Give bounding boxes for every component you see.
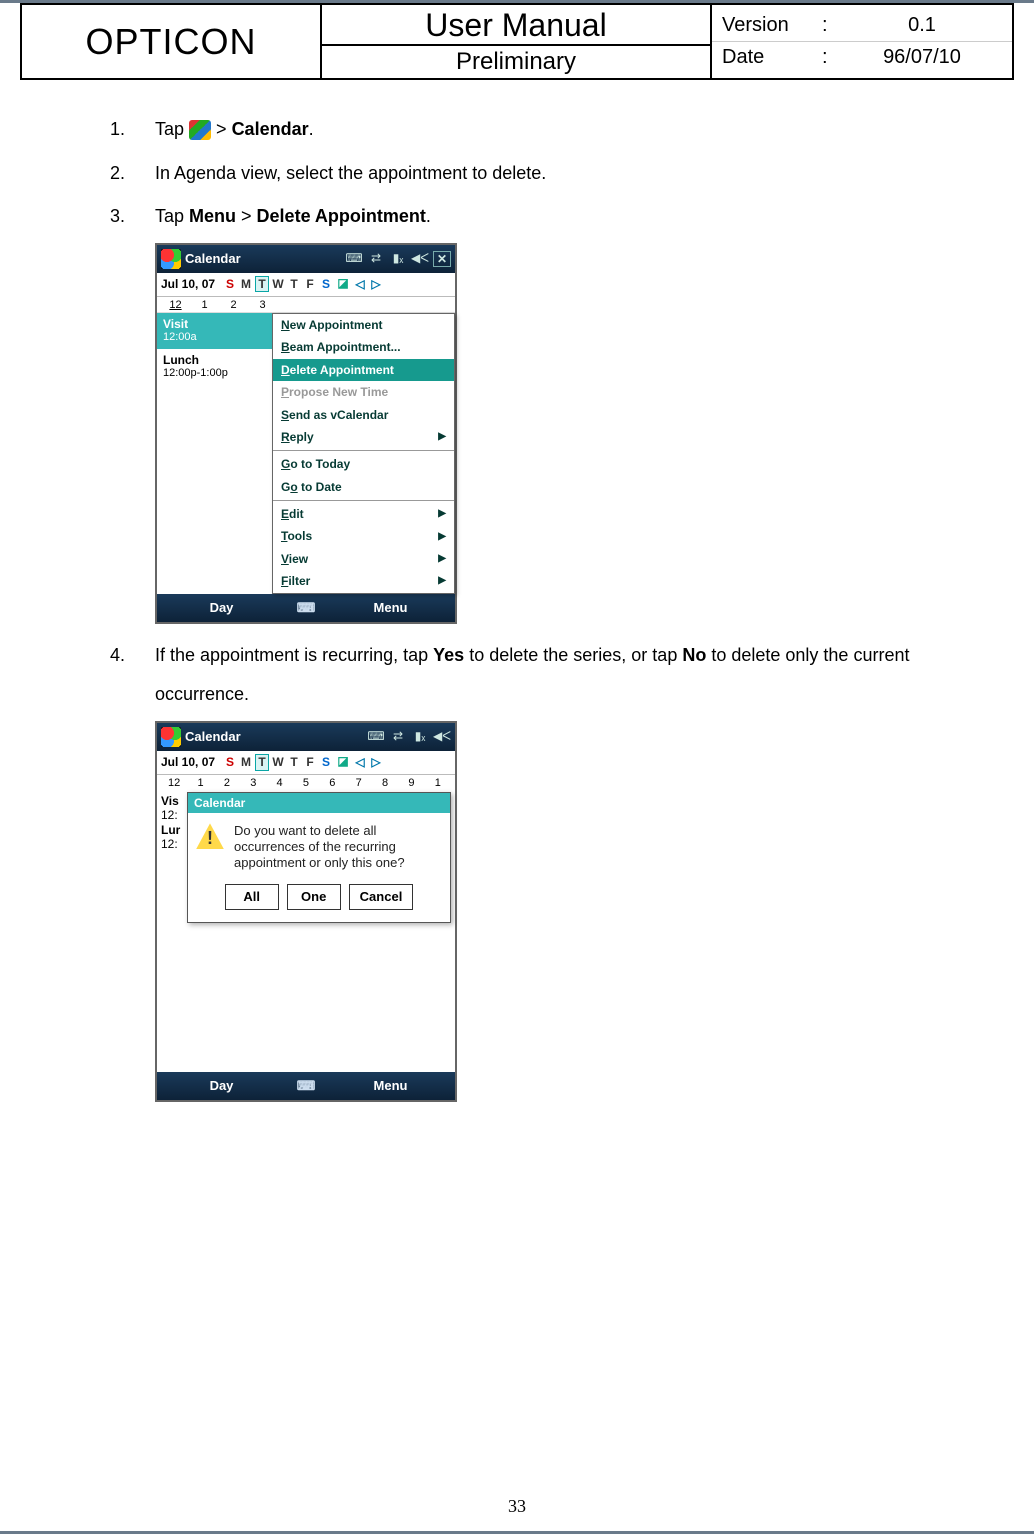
softkey-menu[interactable]: Menu <box>326 600 455 616</box>
manual-title-block: User Manual Preliminary <box>322 5 712 78</box>
appointment-visit[interactable]: Visit 12:00a <box>157 313 272 349</box>
menu-delete-appointment[interactable]: Delete Appointment <box>273 359 454 381</box>
main-area: Visit 12:00a Lunch 12:00p-1:00p New Appo… <box>157 313 455 594</box>
document-header: OPTICON User Manual Preliminary Version … <box>20 3 1014 80</box>
instructions: 1. Tap > Calendar. 2. In Agenda view, se… <box>0 80 1034 1102</box>
page-number: 33 <box>0 1496 1034 1517</box>
menu-view[interactable]: View▶ <box>273 548 454 570</box>
menu-tools[interactable]: Tools▶ <box>273 525 454 547</box>
dow-sun[interactable]: S <box>223 277 237 291</box>
softkey-day[interactable]: Day <box>157 600 286 616</box>
softkey-bar: Day ⌨ Menu <box>157 1072 455 1100</box>
manual-title: User Manual <box>322 5 710 46</box>
dow-sat[interactable]: S <box>319 277 333 291</box>
dialog-buttons: All One Cancel <box>188 880 450 922</box>
menu-reply[interactable]: Reply▶ <box>273 426 454 448</box>
notif-icon[interactable]: ◪ <box>335 754 351 770</box>
window-title: Calendar <box>185 729 363 745</box>
context-menu: New Appointment Beam Appointment... Dele… <box>272 313 455 594</box>
meta-version-row: Version : 0.1 <box>712 10 1012 42</box>
sip-icon[interactable]: ⌨ <box>367 729 385 745</box>
step-4: 4. If the appointment is recurring, tap … <box>90 636 944 715</box>
start-icon[interactable] <box>161 249 181 269</box>
menu-new-appointment[interactable]: New Appointment <box>273 314 454 336</box>
menu-propose-new-time: Propose New Time <box>273 381 454 403</box>
dow-fri[interactable]: F <box>303 277 317 291</box>
menu-goto-today[interactable]: Go to Today <box>273 453 454 475</box>
manual-meta: Version : 0.1 Date : 96/07/10 <box>712 5 1012 78</box>
menu-beam-appointment[interactable]: Beam Appointment... <box>273 336 454 358</box>
body: Vis 12: Lur 12: Calendar ! Do you want t… <box>157 792 455 1072</box>
dialog-button-cancel[interactable]: Cancel <box>349 884 414 910</box>
prev-arrow-icon[interactable]: ◁ <box>353 277 367 291</box>
date-bar: Jul 10, 07 S M T W T F S ◪ ◁ ▷ <box>157 751 455 775</box>
submenu-arrow-icon: ▶ <box>438 508 446 520</box>
dialog-button-one[interactable]: One <box>287 884 341 910</box>
step-2: 2. In Agenda view, select the appointmen… <box>90 154 944 194</box>
volume-icon[interactable]: ◀ᐸ <box>433 729 451 745</box>
menu-edit[interactable]: Edit▶ <box>273 503 454 525</box>
signal-icon[interactable]: ▮ₓ <box>411 729 429 745</box>
dow-thu[interactable]: T <box>287 277 301 291</box>
manual-subtitle: Preliminary <box>322 46 710 78</box>
volume-icon[interactable]: ◀ᐸ <box>411 251 429 267</box>
meta-date-label: Date <box>722 46 822 69</box>
notif-icon[interactable]: ◪ <box>335 276 351 292</box>
submenu-arrow-icon: ▶ <box>438 553 446 565</box>
prev-arrow-icon[interactable]: ◁ <box>353 755 367 769</box>
confirm-dialog: Calendar ! Do you want to delete all occ… <box>187 792 451 923</box>
screenshot-delete-dialog: Calendar ⌨ ⇄ ▮ₓ ◀ᐸ Jul 10, 07 S M T W T … <box>155 721 457 1102</box>
days-row: 12 1 2 3 4 5 6 7 8 9 1 <box>157 775 455 792</box>
dow-tue[interactable]: T <box>255 276 269 292</box>
screenshot-calendar-menu: Calendar ⌨ ⇄ ▮ₓ ◀ᐸ ✕ Jul 10, 07 S M T W … <box>155 243 457 624</box>
submenu-arrow-icon: ▶ <box>438 431 446 443</box>
signal-icon[interactable]: ▮ₓ <box>389 251 407 267</box>
company-name: OPTICON <box>22 5 322 78</box>
step-3: 3. Tap Menu > Delete Appointment. <box>90 197 944 237</box>
dow-wed[interactable]: W <box>271 277 285 291</box>
date-bar: Jul 10, 07 S M T W T F S ◪ ◁ ▷ <box>157 273 455 297</box>
submenu-arrow-icon: ▶ <box>438 575 446 587</box>
current-date[interactable]: Jul 10, 07 <box>161 277 215 291</box>
dow-mon[interactable]: M <box>239 277 253 291</box>
meta-date-row: Date : 96/07/10 <box>712 42 1012 73</box>
submenu-arrow-icon: ▶ <box>438 531 446 543</box>
meta-date-value: 96/07/10 <box>842 46 1002 69</box>
start-icon[interactable] <box>161 727 181 747</box>
softkey-menu[interactable]: Menu <box>326 1078 455 1094</box>
softkey-bar: Day ⌨ Menu <box>157 594 455 622</box>
menu-goto-date[interactable]: Go to Date <box>273 476 454 498</box>
next-arrow-icon[interactable]: ▷ <box>369 277 383 291</box>
sip-icon[interactable]: ⌨ <box>345 251 363 267</box>
dialog-title: Calendar <box>188 793 450 813</box>
softkey-day[interactable]: Day <box>157 1078 286 1094</box>
close-icon[interactable]: ✕ <box>433 251 451 267</box>
agenda-list: Visit 12:00a Lunch 12:00p-1:00p <box>157 313 272 594</box>
sip-keyboard-icon[interactable]: ⌨ <box>286 600 326 616</box>
menu-filter[interactable]: Filter▶ <box>273 570 454 592</box>
titlebar: Calendar ⌨ ⇄ ▮ₓ ◀ᐸ <box>157 723 455 751</box>
current-date[interactable]: Jul 10, 07 <box>161 755 215 769</box>
titlebar: Calendar ⌨ ⇄ ▮ₓ ◀ᐸ ✕ <box>157 245 455 273</box>
connectivity-icon[interactable]: ⇄ <box>389 729 407 745</box>
step-1: 1. Tap > Calendar. <box>90 110 944 150</box>
meta-version-value: 0.1 <box>842 14 1002 37</box>
dialog-message: Do you want to delete all occurrences of… <box>234 823 442 870</box>
menu-send-vcalendar[interactable]: Send as vCalendar <box>273 404 454 426</box>
days-row: 12 1 2 3 <box>157 297 455 313</box>
meta-version-label: Version <box>722 14 822 37</box>
sip-keyboard-icon[interactable]: ⌨ <box>286 1078 326 1094</box>
next-arrow-icon[interactable]: ▷ <box>369 755 383 769</box>
window-title: Calendar <box>185 251 341 267</box>
start-flag-icon <box>189 120 211 140</box>
connectivity-icon[interactable]: ⇄ <box>367 251 385 267</box>
appointment-lunch[interactable]: Lunch 12:00p-1:00p <box>157 349 272 385</box>
dialog-button-all[interactable]: All <box>225 884 279 910</box>
warning-icon: ! <box>196 823 224 849</box>
